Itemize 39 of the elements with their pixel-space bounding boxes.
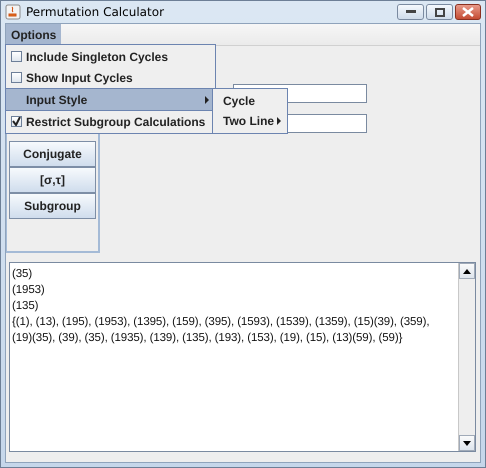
output-line: (1953) xyxy=(12,283,46,298)
menu-label: Restrict Subgroup Calculations xyxy=(26,114,206,128)
up-arrow-icon xyxy=(463,268,471,274)
menu-item[interactable]: Cycle xyxy=(213,91,287,111)
scroll-up-button[interactable] xyxy=(459,263,475,279)
window-title: Permutation Calculator xyxy=(26,5,164,19)
submenu-item[interactable]: Input Style xyxy=(6,88,215,111)
action-button[interactable]: Conjugate xyxy=(9,141,96,167)
menu-item[interactable]: Options xyxy=(6,24,62,45)
checkbox[interactable] xyxy=(11,72,22,83)
caret-icon xyxy=(277,117,282,125)
menu-item[interactable]: Include Singleton Cycles xyxy=(6,46,215,67)
menu-label: Cycle xyxy=(223,94,256,108)
output-line: {(1), (13), (195), (1953), (1395), (159), (395), (1593), (1539), (1359), (15)(39), (359), xyxy=(12,315,430,330)
checkbox[interactable] xyxy=(11,116,22,127)
minimize-icon xyxy=(406,10,416,14)
menu-label: Two Line xyxy=(223,114,274,128)
scroll-down-button[interactable] xyxy=(459,435,475,451)
close-icon xyxy=(462,7,474,17)
output-line: (35) xyxy=(12,267,34,282)
minimize-button[interactable] xyxy=(397,4,424,20)
action-button[interactable]: Subgroup xyxy=(9,193,96,219)
caret-icon xyxy=(205,96,209,104)
menu-label: Include Singleton Cycles xyxy=(26,50,168,64)
checkbox[interactable] xyxy=(11,51,22,62)
close-button[interactable] xyxy=(455,4,481,20)
maximize-icon xyxy=(434,8,444,16)
maximize-button[interactable] xyxy=(426,4,453,20)
action-button[interactable]: [σ,τ] xyxy=(9,167,96,193)
cup-icon xyxy=(5,4,21,20)
down-arrow-icon xyxy=(463,440,471,446)
menu-label: Show Input Cycles xyxy=(26,70,133,84)
menu-item[interactable]: Two Line xyxy=(213,111,287,131)
menu-item[interactable]: Show Input Cycles xyxy=(6,67,215,88)
menu-item[interactable]: Restrict Subgroup Calculations xyxy=(6,111,215,132)
menu-label: Input Style xyxy=(26,92,88,106)
output-line: (19)(35), (39), (35), (1935), (139), (135), (193), (153), (19), (15), (13)(59), (59)} xyxy=(12,331,404,346)
scrollbar[interactable] xyxy=(458,263,475,451)
output-line: (135) xyxy=(12,299,40,314)
